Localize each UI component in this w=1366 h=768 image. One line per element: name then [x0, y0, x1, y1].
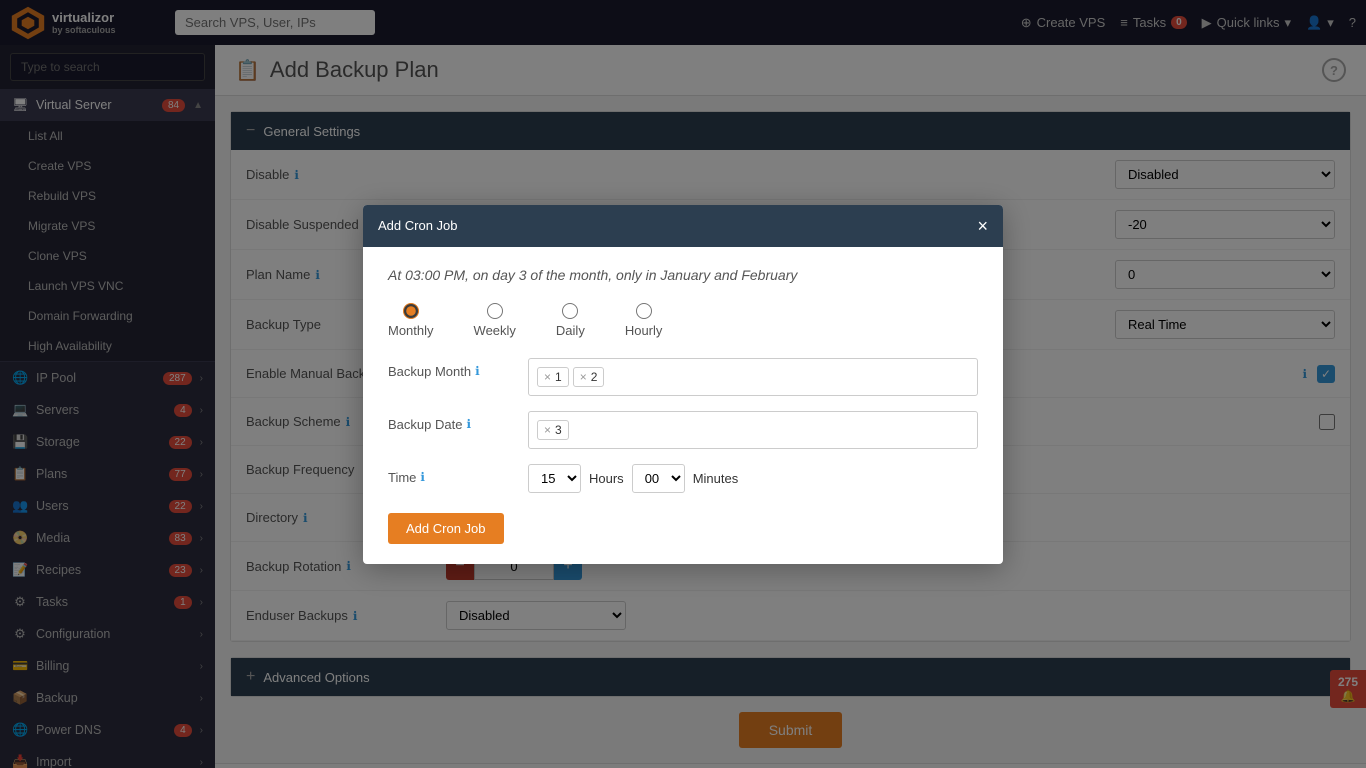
add-cron-job-modal: Add Cron Job × At 03:00 PM, on day 3 of …	[363, 205, 1003, 564]
add-cron-job-button[interactable]: Add Cron Job	[388, 513, 504, 544]
time-label: Time ℹ	[388, 464, 518, 485]
date-tag-3-remove[interactable]: ×	[544, 423, 551, 437]
backup-month-tag-input[interactable]: × 1 × 2	[528, 358, 978, 396]
modal-title: Add Cron Job	[378, 218, 458, 233]
month-tag-2: × 2	[573, 367, 605, 387]
time-info-icon[interactable]: ℹ	[420, 470, 425, 484]
radio-hourly-label: Hourly	[625, 323, 663, 338]
modal-overlay[interactable]: Add Cron Job × At 03:00 PM, on day 3 of …	[0, 0, 1366, 768]
cron-description: At 03:00 PM, on day 3 of the month, only…	[388, 267, 978, 283]
backup-date-tag-input[interactable]: × 3	[528, 411, 978, 449]
backup-date-info-icon[interactable]: ℹ	[466, 417, 471, 431]
radio-tab-hourly[interactable]: Hourly	[625, 303, 663, 338]
minutes-label: Minutes	[693, 471, 739, 486]
radio-daily-label: Daily	[556, 323, 585, 338]
radio-tab-weekly[interactable]: Weekly	[474, 303, 516, 338]
frequency-radio-tabs: Monthly Weekly Daily Hourly	[388, 303, 978, 338]
month-tag-1: × 1	[537, 367, 569, 387]
modal-close-button[interactable]: ×	[977, 217, 988, 235]
radio-daily[interactable]	[562, 303, 578, 319]
radio-tab-daily[interactable]: Daily	[556, 303, 585, 338]
minute-select[interactable]: 00 051015 202530 354045 5055	[632, 464, 685, 493]
backup-date-label: Backup Date ℹ	[388, 411, 518, 432]
radio-monthly[interactable]	[403, 303, 419, 319]
radio-weekly[interactable]	[487, 303, 503, 319]
modal-header: Add Cron Job ×	[363, 205, 1003, 247]
radio-monthly-label: Monthly	[388, 323, 434, 338]
date-tag-3: × 3	[537, 420, 569, 440]
backup-month-row: Backup Month ℹ × 1 × 2	[388, 358, 978, 396]
backup-month-info-icon[interactable]: ℹ	[475, 364, 480, 378]
backup-month-label: Backup Month ℹ	[388, 358, 518, 379]
month-tag-1-remove[interactable]: ×	[544, 370, 551, 384]
month-tag-2-remove[interactable]: ×	[580, 370, 587, 384]
radio-weekly-label: Weekly	[474, 323, 516, 338]
time-input-row: 15 000102 030405 060708 091011 121314 16…	[528, 464, 738, 493]
radio-tab-monthly[interactable]: Monthly	[388, 303, 434, 338]
hours-label: Hours	[589, 471, 624, 486]
radio-hourly[interactable]	[636, 303, 652, 319]
backup-date-row: Backup Date ℹ × 3	[388, 411, 978, 449]
time-row: Time ℹ 15 000102 030405 060708 091011 12…	[388, 464, 978, 493]
modal-body: At 03:00 PM, on day 3 of the month, only…	[363, 247, 1003, 564]
hour-select[interactable]: 15 000102 030405 060708 091011 121314 16…	[528, 464, 581, 493]
